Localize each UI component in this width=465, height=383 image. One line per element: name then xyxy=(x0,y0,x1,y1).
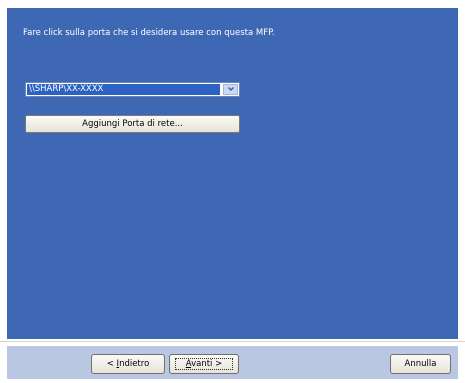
footer-divider xyxy=(0,341,465,342)
next-button[interactable]: Avanti > xyxy=(169,354,239,374)
next-button-label: vanti > xyxy=(191,359,223,369)
back-button[interactable]: < Indietro xyxy=(91,354,165,374)
instruction-text: Fare click sulla porta che si desidera u… xyxy=(23,28,275,38)
content-panel: Fare click sulla porta che si desidera u… xyxy=(7,8,458,339)
cancel-button[interactable]: Annulla xyxy=(390,354,451,374)
back-button-prefix: < xyxy=(106,359,117,369)
installer-dialog: Fare click sulla porta che si desidera u… xyxy=(0,0,465,383)
add-network-port-button[interactable]: Aggiungi Porta di rete... xyxy=(25,115,240,133)
port-select[interactable]: \\SHARP\XX-XXXX xyxy=(25,82,240,97)
wizard-footer: < Indietro Avanti > Annulla xyxy=(7,346,458,379)
port-select-value: \\SHARP\XX-XXXX xyxy=(27,84,220,95)
port-select-dropdown-button[interactable] xyxy=(223,84,238,95)
back-button-label: ndietro xyxy=(119,359,150,369)
chevron-down-icon xyxy=(228,87,234,91)
